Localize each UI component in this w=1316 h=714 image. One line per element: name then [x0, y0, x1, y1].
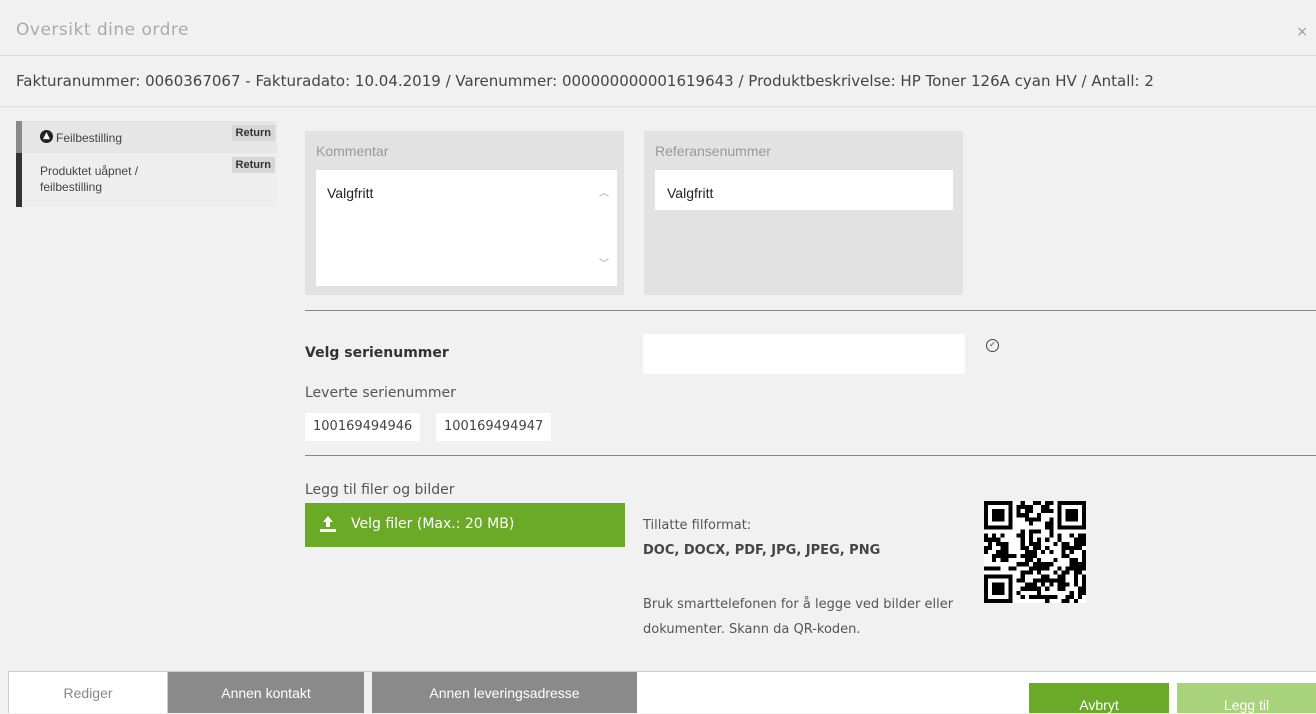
- divider: [305, 310, 1316, 311]
- scroll-up-icon[interactable]: ︿: [599, 184, 609, 199]
- upload-files-button[interactable]: Velg filer (Max.: 20 MB): [305, 503, 625, 547]
- return-badge: Return: [231, 157, 275, 173]
- reason-indicator: [16, 153, 22, 207]
- order-dialog: Oversikt dine ordre × Fakturanummer: 006…: [0, 0, 1316, 713]
- tab-annen-kontakt[interactable]: Annen kontakt: [168, 672, 368, 713]
- formats-label: Tillatte filformat:: [643, 518, 752, 533]
- upload-icon: [320, 516, 336, 532]
- arrow-up-circle-icon: ▲: [40, 130, 53, 143]
- tab-annen-leveringsadresse[interactable]: Annen leveringsadresse: [372, 672, 637, 713]
- check-circle-icon[interactable]: ✓: [986, 339, 999, 352]
- serial-label: Velg serienummer: [305, 345, 449, 361]
- order-info: Fakturanummer: 0060367067 - Fakturadato:…: [16, 72, 1154, 90]
- reason-indicator: [16, 121, 22, 153]
- allowed-formats: DOC, DOCX, PDF, JPG, JPEG, PNG: [643, 543, 881, 558]
- serial-chip[interactable]: 100169494946: [305, 413, 421, 441]
- divider: [0, 106, 1316, 107]
- close-icon[interactable]: ×: [1296, 24, 1308, 40]
- reason-label: Produktet uåpnet / feilbestilling: [40, 164, 139, 194]
- reason-label: Feilbestilling: [56, 131, 123, 145]
- upload-button-label: Velg filer (Max.: 20 MB): [351, 516, 515, 532]
- reason-item-feilbestilling[interactable]: ▲ Feilbestilling Return: [16, 121, 277, 153]
- reference-input[interactable]: Valgfritt: [655, 170, 953, 210]
- delivered-serials-label: Leverte serienummer: [305, 385, 456, 401]
- add-button[interactable]: Legg til: [1177, 683, 1316, 713]
- comment-textarea[interactable]: Valgfritt ︿ ﹀: [316, 170, 617, 286]
- reference-panel: Referansenummer Valgfritt: [644, 131, 963, 295]
- files-label: Legg til filer og bilder: [305, 482, 455, 498]
- divider: [305, 455, 1316, 456]
- scroll-down-icon[interactable]: ﹀: [599, 255, 609, 270]
- dialog-title: Oversikt dine ordre: [16, 20, 189, 40]
- serial-chip[interactable]: 100169494947: [436, 413, 552, 441]
- reference-label: Referansenummer: [655, 143, 771, 159]
- return-badge: Return: [231, 125, 275, 141]
- tab-rediger[interactable]: Rediger: [8, 672, 168, 713]
- reason-list: ▲ Feilbestilling Return Produktet uåpnet…: [16, 121, 277, 207]
- reason-item-produktet-uapnet[interactable]: Produktet uåpnet / feilbestilling Return: [16, 153, 277, 207]
- dialog-titlebar: Oversikt dine ordre ×: [0, 10, 1316, 56]
- cancel-button[interactable]: Avbryt: [1029, 683, 1169, 713]
- comment-panel: Kommentar Valgfritt ︿ ﹀: [305, 131, 624, 295]
- phone-hint: Bruk smarttelefonen for å legge ved bild…: [643, 597, 954, 637]
- comment-placeholder: Valgfritt: [327, 185, 374, 201]
- qr-code: [984, 501, 1086, 603]
- comment-label: Kommentar: [316, 143, 389, 159]
- serial-input[interactable]: [643, 334, 965, 374]
